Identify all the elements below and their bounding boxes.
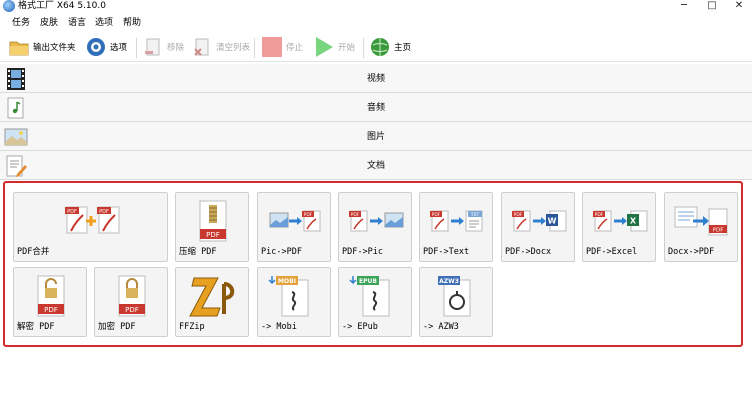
decrypt-pdf-icon: PDF bbox=[37, 275, 65, 317]
encrypt-pdf-icon: PDF bbox=[118, 275, 146, 317]
epub-ebook-icon: EPUB bbox=[349, 276, 390, 317]
svg-text:PDF: PDF bbox=[514, 212, 523, 218]
pdf-merge-icon: PDF PDF bbox=[64, 206, 119, 234]
tile-label: FFZip bbox=[179, 322, 205, 332]
options-gear-icon bbox=[85, 36, 107, 58]
to-epub-tile[interactable]: EPUB -> EPub bbox=[338, 267, 412, 337]
remove-button[interactable]: 移除 bbox=[142, 35, 184, 59]
window-title: 格式工厂 X64 5.10.0 bbox=[18, 1, 106, 11]
svg-text:PDF: PDF bbox=[432, 212, 441, 218]
pdf-to-docx-icon: PDF W bbox=[512, 210, 567, 232]
to-azw3-tile[interactable]: AZW3 -> AZW3 bbox=[419, 267, 493, 337]
output-folder-button[interactable]: 输出文件夹 bbox=[8, 35, 76, 59]
clear-list-button[interactable]: 清空列表 bbox=[191, 35, 250, 59]
menu-options[interactable]: 选项 bbox=[95, 17, 113, 29]
svg-text:W: W bbox=[548, 217, 557, 226]
folder-icon bbox=[8, 36, 30, 58]
tile-label: -> EPub bbox=[342, 322, 378, 332]
svg-text:PDF: PDF bbox=[351, 212, 360, 218]
options-button[interactable]: 选项 bbox=[85, 35, 127, 59]
encrypt-pdf-tile[interactable]: PDF 加密 PDF bbox=[94, 267, 168, 337]
svg-text:PDF: PDF bbox=[595, 212, 604, 218]
toolbar-separator bbox=[136, 38, 137, 58]
category-audio[interactable]: 音频 bbox=[0, 93, 752, 122]
tile-label: PDF->Pic bbox=[342, 247, 383, 257]
tile-label: 压缩 PDF bbox=[179, 247, 217, 257]
tile-label: Pic->PDF bbox=[261, 247, 302, 257]
svg-text:PDF: PDF bbox=[125, 306, 139, 314]
toolbar-separator bbox=[363, 38, 364, 58]
clear-list-icon bbox=[191, 36, 213, 58]
pdf-to-text-tile[interactable]: PDF TXT PDF->Text bbox=[419, 192, 493, 262]
pic-to-pdf-tile[interactable]: PDF Pic->PDF bbox=[257, 192, 331, 262]
minimize-button[interactable]: ─ bbox=[672, 0, 696, 14]
tile-label: PDF合并 bbox=[17, 247, 50, 257]
task-list-area bbox=[0, 351, 752, 400]
pdf-to-pic-tile[interactable]: PDF PDF->Pic bbox=[338, 192, 412, 262]
tile-label: PDF->Excel bbox=[586, 247, 638, 257]
menu-help[interactable]: 帮助 bbox=[123, 17, 141, 29]
svg-text:PDF: PDF bbox=[304, 212, 313, 218]
pdf-compress-icon: PDF bbox=[199, 200, 227, 242]
svg-text:X: X bbox=[630, 217, 637, 226]
tile-label: -> AZW3 bbox=[423, 322, 459, 332]
stop-button[interactable]: 停止 bbox=[261, 35, 303, 59]
category-video[interactable]: 视频 bbox=[0, 64, 752, 93]
category-document[interactable]: 文档 bbox=[0, 151, 752, 180]
pdf-to-text-icon: PDF TXT bbox=[430, 210, 483, 232]
to-mobi-tile[interactable]: MOBI -> Mobi bbox=[257, 267, 331, 337]
tile-label: -> Mobi bbox=[261, 322, 297, 332]
svg-text:MOBI: MOBI bbox=[278, 278, 296, 285]
pic-to-pdf-icon: PDF bbox=[269, 210, 321, 232]
ffzip-logo-icon bbox=[189, 277, 235, 317]
azw3-ebook-icon: AZW3 bbox=[438, 276, 471, 317]
tile-label: 解密 PDF bbox=[17, 322, 55, 332]
home-button[interactable]: 主页 bbox=[369, 35, 411, 59]
close-button[interactable]: ✕ bbox=[727, 0, 751, 14]
tile-label: 加密 PDF bbox=[98, 322, 136, 332]
tile-label: PDF->Text bbox=[423, 247, 470, 257]
svg-text:EPUB: EPUB bbox=[359, 278, 377, 285]
title-bar: 格式工厂 X64 5.10.0 ─ □ ✕ bbox=[0, 0, 752, 14]
ffzip-tile[interactable]: FFZip bbox=[175, 267, 249, 337]
svg-text:PDF: PDF bbox=[67, 209, 77, 215]
pdf-compress-tile[interactable]: PDF 压缩 PDF bbox=[175, 192, 249, 262]
svg-text:PDF: PDF bbox=[99, 209, 109, 215]
svg-text:AZW3: AZW3 bbox=[439, 278, 459, 285]
app-logo-icon bbox=[3, 0, 15, 12]
pdf-merge-tile[interactable]: PDF PDF PDF合并 bbox=[13, 192, 168, 262]
pdf-to-pic-icon: PDF bbox=[349, 210, 404, 232]
maximize-button[interactable]: □ bbox=[700, 0, 724, 14]
pdf-to-excel-tile[interactable]: PDF X PDF->Excel bbox=[582, 192, 656, 262]
remove-icon bbox=[142, 36, 164, 58]
category-image[interactable]: 图片 bbox=[0, 122, 752, 151]
menu-task[interactable]: 任务 bbox=[12, 17, 30, 29]
pdf-to-docx-tile[interactable]: PDF W PDF->Docx bbox=[501, 192, 575, 262]
stop-icon bbox=[261, 36, 283, 58]
svg-text:TXT: TXT bbox=[470, 212, 480, 218]
pdf-to-excel-icon: PDF X bbox=[593, 210, 648, 232]
home-globe-icon bbox=[369, 36, 391, 58]
svg-text:PDF: PDF bbox=[44, 306, 58, 314]
document-tools-panel: PDF PDF PDF合并 PDF 压缩 PDF PDF Pic->PDF PD… bbox=[3, 181, 743, 347]
docx-to-pdf-tile[interactable]: PDF Docx->PDF bbox=[664, 192, 738, 262]
mobi-ebook-icon: MOBI bbox=[268, 276, 309, 317]
svg-text:PDF: PDF bbox=[206, 231, 220, 239]
toolbar-separator bbox=[254, 38, 255, 58]
menu-language[interactable]: 语言 bbox=[68, 17, 86, 29]
docx-to-pdf-icon: PDF bbox=[674, 206, 728, 236]
play-icon bbox=[313, 36, 335, 58]
svg-text:PDF: PDF bbox=[713, 228, 724, 234]
tile-label: PDF->Docx bbox=[505, 247, 552, 257]
decrypt-pdf-tile[interactable]: PDF 解密 PDF bbox=[13, 267, 87, 337]
toolbar: 输出文件夹 选项 移除 清空列表 停止 开始 主页 bbox=[0, 32, 752, 62]
tile-label: Docx->PDF bbox=[668, 247, 715, 257]
start-button[interactable]: 开始 bbox=[313, 35, 355, 59]
menu-bar: 任务 皮肤 语言 选项 帮助 bbox=[0, 14, 752, 32]
menu-skin[interactable]: 皮肤 bbox=[40, 17, 58, 29]
